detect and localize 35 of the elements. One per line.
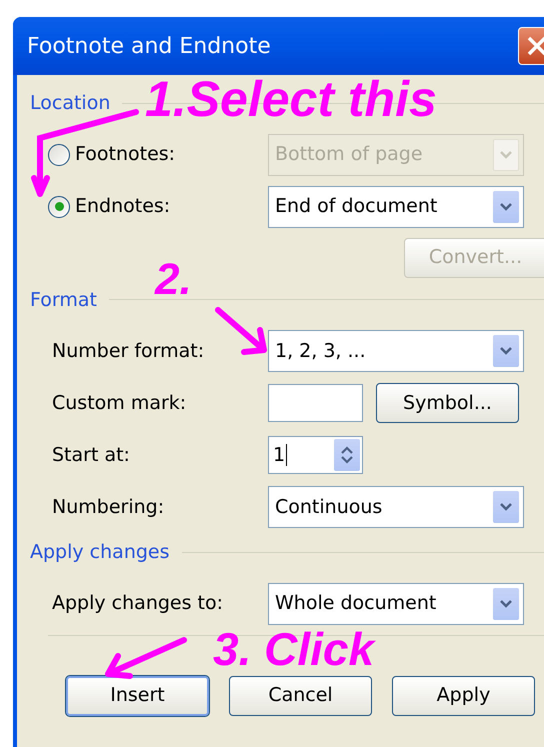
- spinner-field[interactable]: 1: [268, 436, 363, 474]
- window-title: Footnote and Endnote: [27, 32, 271, 60]
- hand-drawn-arrow: [212, 304, 270, 358]
- dialog-button[interactable]: Insert: [66, 676, 209, 716]
- dropdown-value: End of document: [275, 194, 438, 220]
- field-label: Custom mark:: [51, 390, 188, 416]
- field-label: Number format:: [51, 338, 206, 364]
- dropdown[interactable]: 1, 2, 3, ...: [268, 330, 524, 372]
- handwritten-note: 1.Select this: [145, 74, 437, 124]
- radio-label: Endnotes:: [75, 194, 170, 220]
- dialog-button[interactable]: Apply: [392, 676, 535, 716]
- dropdown-value: Whole document: [275, 591, 436, 616]
- handwritten-note: 3. Click: [213, 626, 374, 672]
- field-label: Apply changes to:: [51, 591, 224, 616]
- section-heading: Format: [30, 288, 97, 312]
- handwritten-note: 2.: [155, 258, 192, 302]
- field-label: Numbering:: [51, 494, 166, 520]
- dropdown[interactable]: End of document: [268, 186, 524, 228]
- custom-mark-field[interactable]: [268, 384, 363, 422]
- field-label: Start at:: [51, 442, 131, 468]
- dropdown[interactable]: Continuous: [268, 486, 524, 528]
- radio-label: Footnotes:: [75, 142, 176, 168]
- dropdown-value: Continuous: [275, 494, 382, 520]
- spinner-value: 1: [273, 444, 288, 466]
- dialog-button[interactable]: Symbol...: [376, 383, 519, 423]
- close-icon: [526, 35, 544, 57]
- spin-arrows-icon[interactable]: [334, 439, 360, 471]
- section-heading: Apply changes: [30, 540, 170, 565]
- section-heading: Location: [30, 91, 110, 116]
- dropdown-value: 1, 2, 3, ...: [275, 338, 366, 364]
- radio-button[interactable]: [48, 144, 70, 166]
- radio-button[interactable]: [48, 196, 70, 218]
- dialog-button[interactable]: Cancel: [229, 676, 372, 716]
- dropdown-value: Bottom of page: [275, 142, 423, 168]
- dropdown[interactable]: Whole document: [268, 582, 524, 624]
